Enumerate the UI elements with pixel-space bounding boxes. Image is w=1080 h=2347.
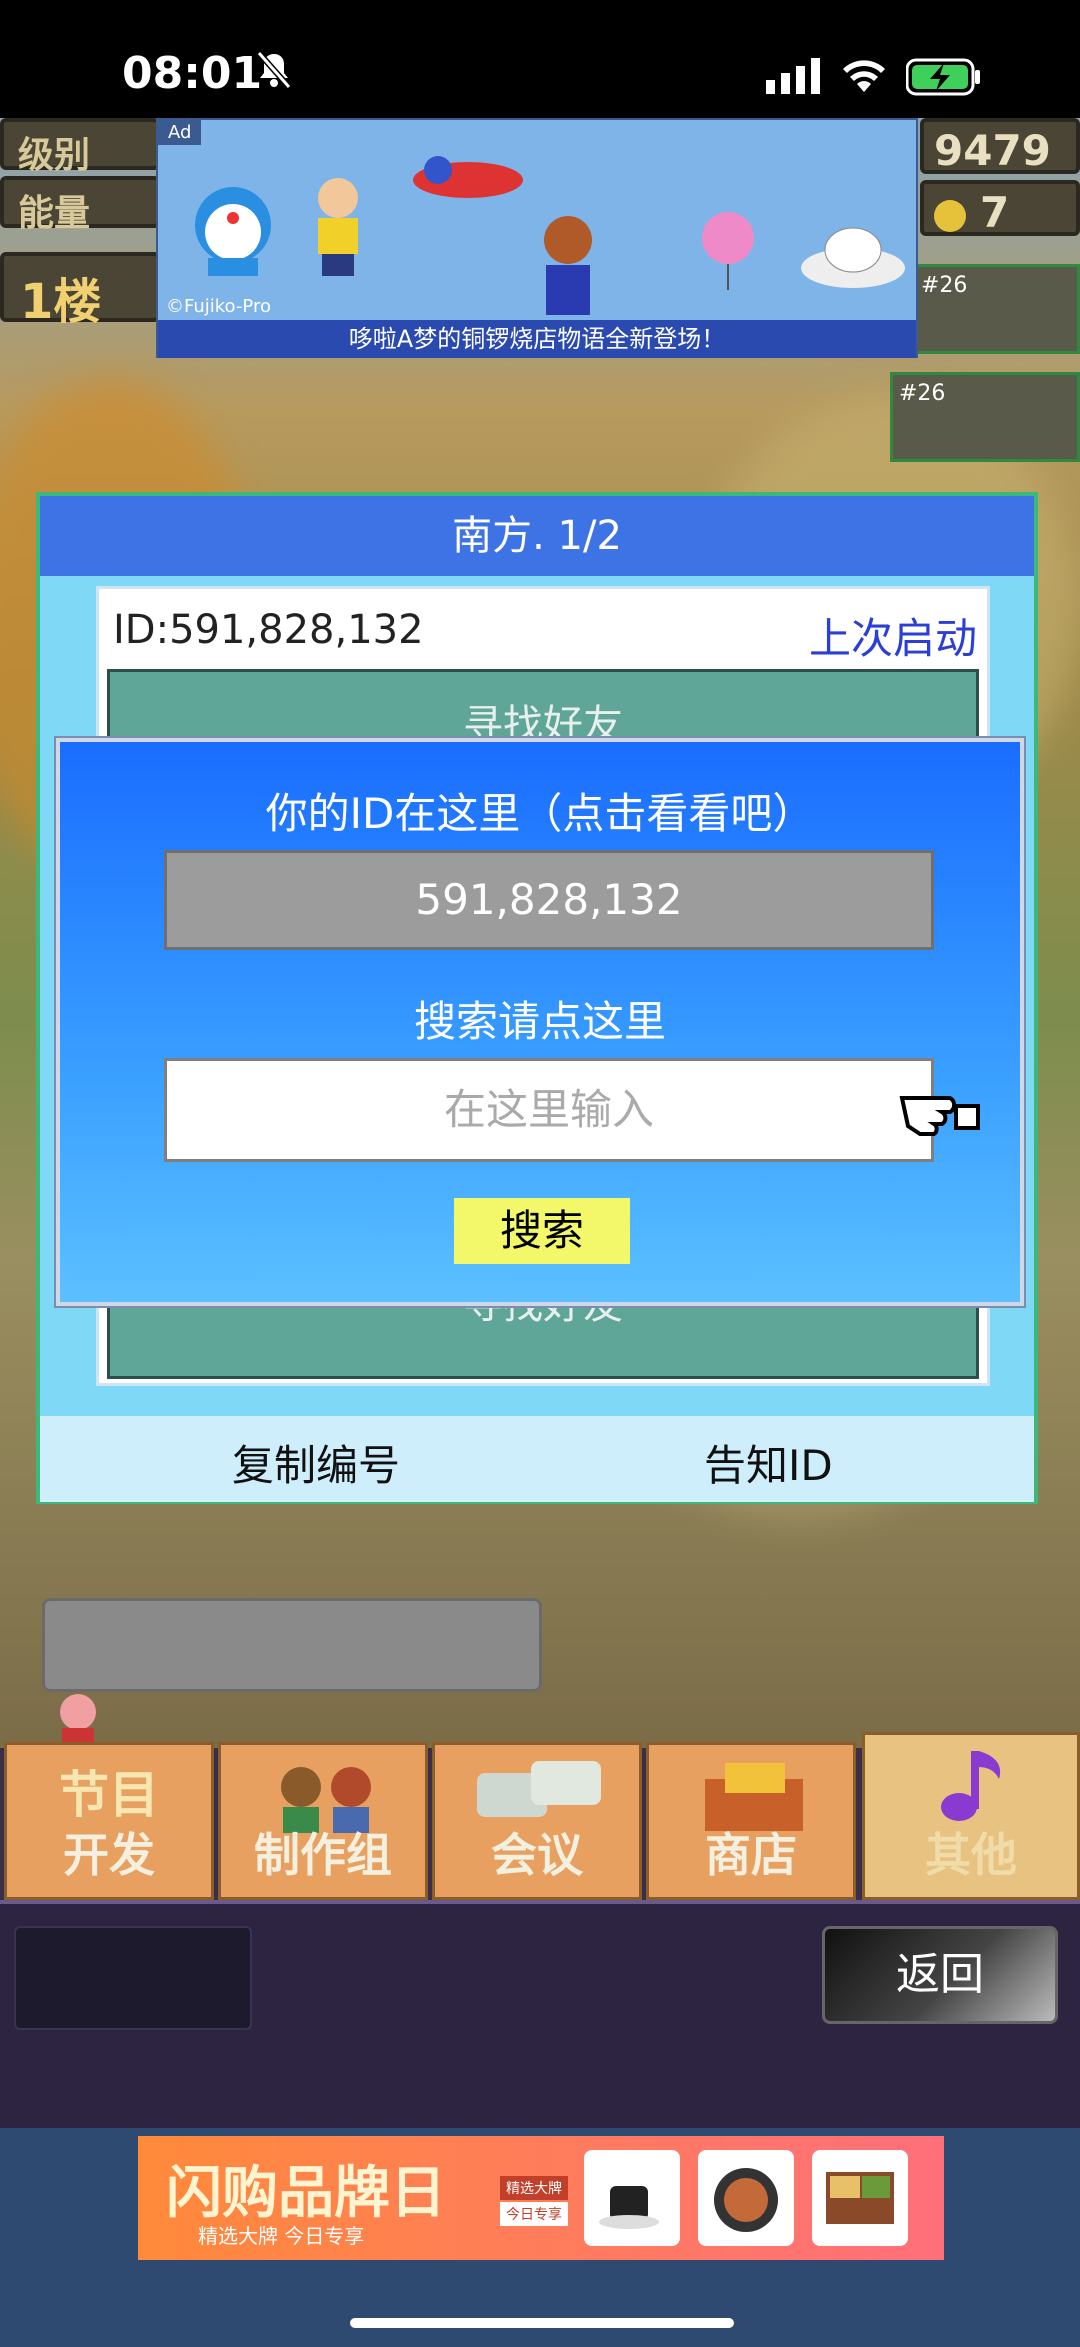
friend-id-row: ID:591,828,132 上次启动 — [99, 589, 987, 669]
floor-label: 1楼 — [20, 274, 102, 330]
panel-footer: 复制编号 告知ID — [40, 1416, 1034, 1502]
ad-caption-bar: 哆啦A梦的铜锣烧店物语全新登场！ — [158, 320, 916, 358]
empty-slot — [14, 1926, 252, 2030]
ad-subline: 精选大牌 今日专享 — [198, 2224, 365, 2248]
coffee-product-icon — [584, 2150, 680, 2246]
tab-shop-label: 商店 — [705, 1828, 797, 1882]
last-launch-link[interactable]: 上次启动 — [809, 605, 977, 666]
money-value: 9479 — [934, 126, 1051, 175]
wifi-icon — [840, 56, 888, 98]
ad-copyright: ©Fujiko-Pro — [166, 296, 271, 317]
back-button[interactable]: 返回 — [822, 1926, 1058, 2024]
pointing-hand-icon — [898, 1082, 982, 1142]
energy-label: 能量 — [18, 193, 91, 234]
tab-shop[interactable]: 商店 — [646, 1742, 856, 1900]
hud-level: 级别 — [0, 118, 160, 176]
ad-caption: 哆啦A梦的铜锣烧店物语全新登场！ — [348, 325, 726, 353]
ad-banner-top[interactable]: Ad ©Fujiko-Pro 哆啦A梦的铜锣烧店物语全新登场！ — [156, 118, 918, 358]
notify-id-button[interactable]: 告知ID — [704, 1432, 833, 1493]
search-button[interactable]: 搜索 — [454, 1198, 630, 1264]
level-label: 级别 — [18, 135, 91, 176]
tab-other[interactable]: 其他 — [862, 1732, 1080, 1900]
tab-meeting-label: 会议 — [491, 1828, 583, 1882]
nobita-icon — [308, 170, 368, 284]
bento-product-icon — [812, 2150, 908, 2246]
tab-program-dev[interactable]: 节目 开发 — [4, 1742, 214, 1900]
doraemon-icon — [188, 180, 278, 284]
tab-meeting[interactable]: 会议 — [432, 1742, 642, 1900]
ad-badge: Ad — [158, 120, 202, 145]
your-id-label: 你的ID在这里（点击看看吧） — [265, 789, 815, 838]
home-indicator[interactable] — [350, 2318, 734, 2328]
flying-character-icon — [408, 150, 528, 214]
hud-money: 9479 — [920, 118, 1080, 175]
status-time: 08:01 — [122, 48, 263, 99]
battery-charging-icon — [905, 58, 982, 100]
hud-energy: 能量 — [0, 176, 160, 234]
ad-banner-bottom[interactable]: 闪购品牌日 精选大牌 今日专享 精选大牌 今日专享 — [138, 2136, 944, 2260]
tab-program-label: 开发 — [63, 1828, 155, 1882]
tab-program-top-label: 节目 — [59, 1766, 159, 1824]
panel-header: 南方. 1/2 — [40, 496, 1034, 576]
coins-value: 7 — [980, 188, 1010, 237]
my-id-text: ID:591,828,132 — [113, 607, 424, 653]
mute-icon — [256, 50, 292, 94]
food-bowl-product-icon — [698, 2150, 794, 2246]
item-badge: #26 — [921, 273, 968, 298]
balloon-icon — [698, 210, 758, 294]
copy-id-button[interactable]: 复制编号 — [232, 1432, 400, 1493]
ad-headline: 闪购品牌日 — [166, 2161, 446, 2226]
hud-coins: 7 — [920, 180, 1080, 237]
panel-title: 南方. 1/2 — [452, 513, 622, 559]
tab-staff-label: 制作组 — [254, 1828, 392, 1882]
speech-bubble — [42, 1598, 542, 1692]
id-search-dialog: 你的ID在这里（点击看看吧） 591,828,132 搜索请点这里 在这里输入 … — [56, 738, 1024, 1306]
coin-icon — [934, 199, 966, 232]
status-bar: 08:01 — [0, 0, 1080, 118]
item-slot-1[interactable]: #26 — [912, 264, 1080, 354]
search-input[interactable]: 在这里输入 — [164, 1058, 934, 1162]
ad-tag-2: 今日专享 — [500, 2202, 568, 2226]
tab-staff[interactable]: 制作组 — [218, 1742, 428, 1900]
hud-floor[interactable]: 1楼 — [0, 252, 160, 330]
ufo-icon — [798, 220, 908, 304]
item-slot-2[interactable]: #26 — [890, 372, 1080, 462]
shizuka-icon — [528, 210, 608, 334]
item-badge: #26 — [899, 381, 946, 406]
my-id-box[interactable]: 591,828,132 — [164, 850, 934, 950]
cellular-signal-icon — [766, 58, 822, 98]
ad-tag-1: 精选大牌 — [500, 2176, 568, 2200]
tab-other-label: 其他 — [925, 1828, 1017, 1882]
search-label: 搜索请点这里 — [413, 997, 666, 1046]
